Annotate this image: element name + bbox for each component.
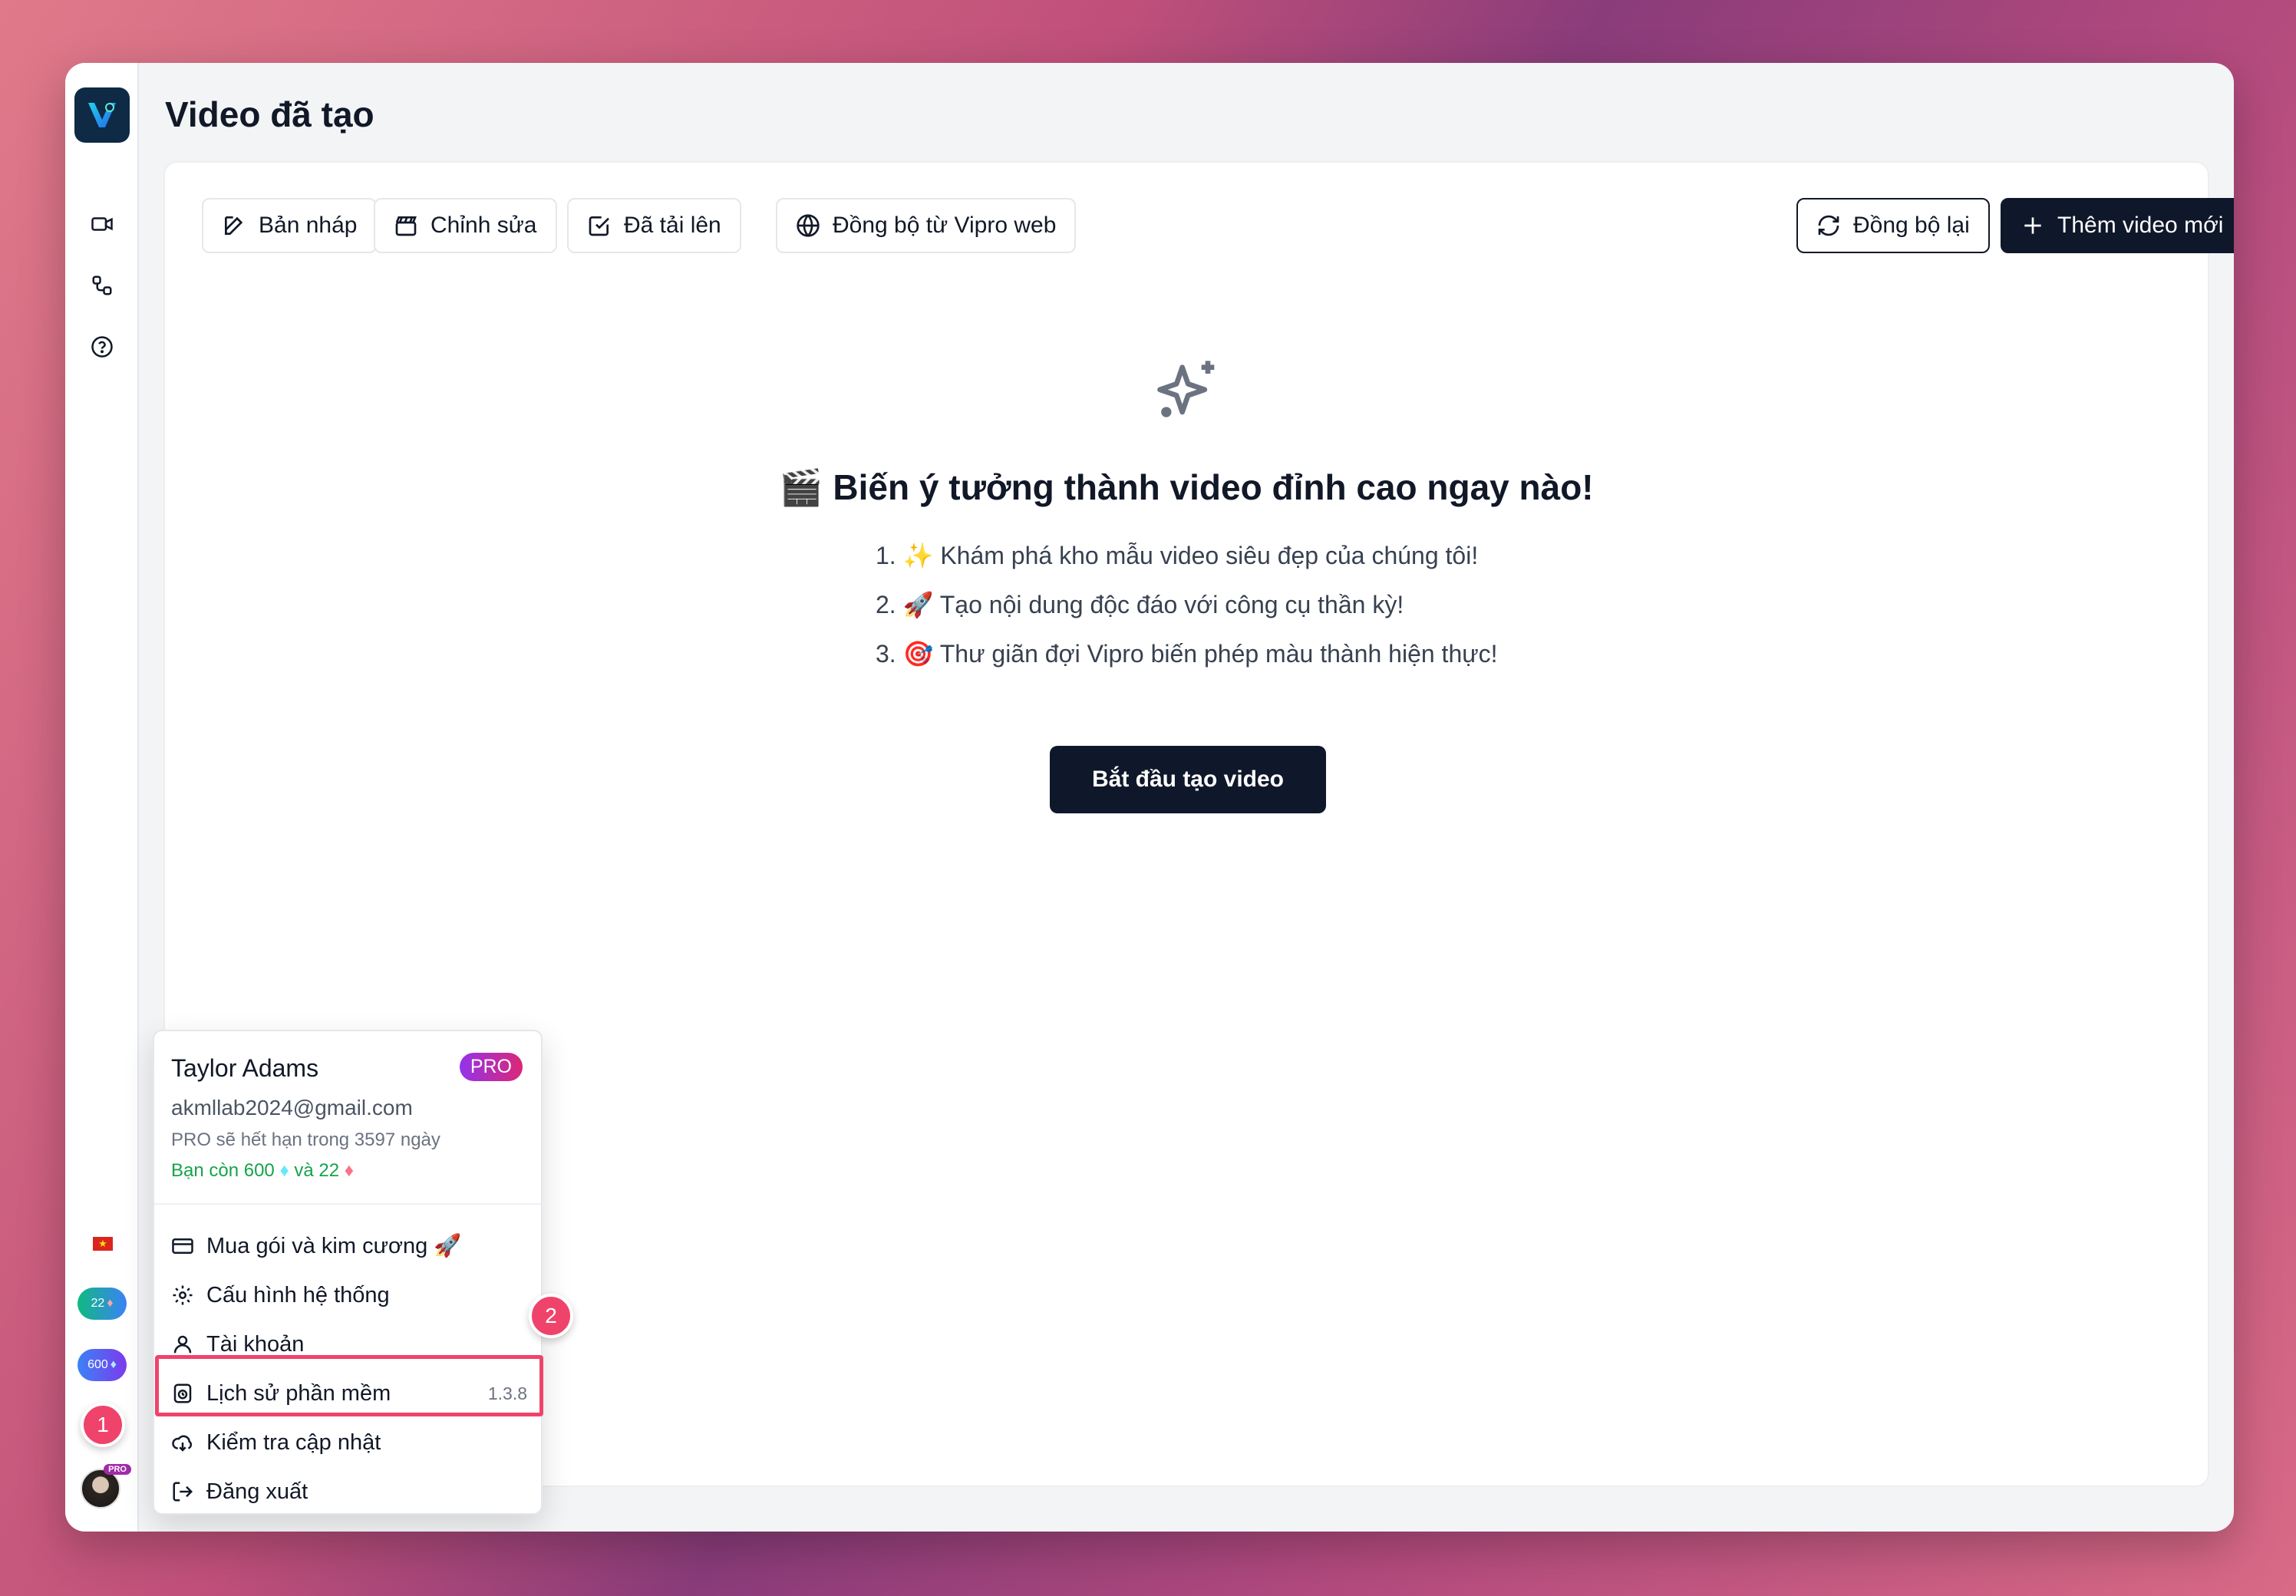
vipro-logo[interactable] [74, 87, 130, 143]
sparkles-icon [1150, 354, 1227, 431]
menu-item-label: Tài khoản [206, 1331, 305, 1357]
edit-icon [225, 216, 243, 235]
menu-item-logout[interactable]: Đăng xuất [171, 1470, 527, 1513]
tab-edit[interactable]: Chỉnh sửa [374, 198, 557, 253]
pink-diamond-icon: ♦ [107, 1297, 114, 1310]
menu-item-settings[interactable]: Cấu hình hệ thống [171, 1274, 527, 1317]
tab-uploaded-label: Đã tải lên [624, 213, 721, 238]
tab-draft[interactable]: Bản nháp [202, 198, 378, 253]
vietnam-flag-icon[interactable]: ★ [93, 1237, 113, 1251]
help-icon[interactable] [87, 331, 117, 362]
blue-diamond-icon: ♦ [279, 1160, 289, 1181]
pink-diamond-icon: ♦ [344, 1160, 355, 1181]
tab-sync-web-label: Đồng bộ từ Vipro web [833, 213, 1057, 238]
user-name: Taylor Adams [171, 1054, 319, 1082]
tab-edit-label: Chỉnh sửa [430, 213, 537, 238]
user-avatar-button[interactable]: PRO [81, 1464, 131, 1512]
pink-diamond-count: 22 [91, 1297, 105, 1310]
menu-item-label: Đăng xuất [206, 1479, 308, 1504]
app-window: ★ 22 ♦ 600 ♦ PRO Video đã tạo Bản nháp Chỉ… [65, 63, 2234, 1532]
pro-expiry: PRO sẽ hết hạn trong 3597 ngày [171, 1129, 440, 1150]
tab-draft-label: Bản nháp [259, 213, 358, 238]
diamond-balance: Bạn còn 600 ♦ và 22 ♦ [171, 1160, 354, 1182]
logout-icon [173, 1482, 193, 1502]
step-item: 2. 🚀 Tạo nội dung độc đáo với công cụ th… [876, 591, 1404, 618]
tab-uploaded[interactable]: Đã tải lên [567, 198, 741, 253]
refresh-icon [1818, 215, 1839, 236]
menu-item-check-update[interactable]: Kiểm tra cập nhật [171, 1421, 527, 1464]
sidebar: ★ 22 ♦ 600 ♦ PRO [65, 63, 139, 1532]
gear-icon [173, 1285, 193, 1305]
cloud-sync-icon [172, 1435, 193, 1452]
plus-icon [2024, 217, 2041, 234]
video-camera-icon[interactable] [87, 209, 117, 239]
menu-item-label: Kiểm tra cập nhật [206, 1429, 381, 1455]
highlight-box [155, 1355, 543, 1416]
step-item: 1. ✨ Khám phá kho mẫu video siêu đẹp của… [876, 542, 1479, 569]
balance-pink-text: và 22 [294, 1160, 340, 1181]
balance-blue-text: Bạn còn 600 [171, 1160, 275, 1181]
step-item: 3. 🎯 Thư giãn đợi Vipro biến phép màu th… [876, 640, 1498, 668]
clapperboard-icon [395, 216, 417, 236]
globe-icon [797, 214, 820, 237]
user-email: akmllab2024@gmail.com [171, 1096, 413, 1120]
step-marker-2: 2 [529, 1294, 573, 1338]
pink-diamond-balance[interactable]: 22 ♦ [78, 1288, 127, 1320]
credit-card-icon [172, 1238, 193, 1254]
pro-badge: PRO [459, 1053, 523, 1081]
workflow-icon[interactable] [87, 270, 117, 301]
tab-sync-web[interactable]: Đồng bộ từ Vipro web [776, 198, 1077, 253]
start-create-video-button[interactable]: Bắt đầu tạo video [1050, 746, 1326, 813]
step-marker-1: 1 [81, 1403, 125, 1447]
add-video-label: Thêm video mới [2057, 213, 2224, 238]
add-video-button[interactable]: Thêm video mới [2001, 198, 2234, 253]
menu-item-label: Mua gói và kim cương 🚀 [206, 1234, 462, 1258]
blue-diamond-icon: ♦ [110, 1358, 117, 1371]
checkbox-icon [589, 216, 609, 236]
user-menu-popover: Taylor Adams PRO akmllab2024@gmail.com P… [153, 1030, 543, 1515]
menu-item-buy[interactable]: Mua gói và kim cương 🚀 [171, 1225, 527, 1268]
empty-state-headline: 🎬 Biến ý tưởng thành video đỉnh cao ngay… [779, 467, 1594, 507]
menu-divider [154, 1203, 541, 1205]
empty-state-steps: 1. ✨ Khám phá kho mẫu video siêu đẹp của… [876, 531, 1498, 678]
menu-item-label: Cấu hình hệ thống [206, 1282, 390, 1307]
resync-button[interactable]: Đồng bộ lại [1796, 198, 1990, 253]
user-icon [173, 1335, 192, 1354]
resync-label: Đồng bộ lại [1853, 213, 1970, 238]
blue-diamond-balance[interactable]: 600 ♦ [78, 1349, 127, 1381]
page-title: Video đã tạo [165, 94, 374, 134]
avatar-pro-badge: PRO [104, 1464, 131, 1475]
blue-diamond-count: 600 [87, 1358, 108, 1371]
